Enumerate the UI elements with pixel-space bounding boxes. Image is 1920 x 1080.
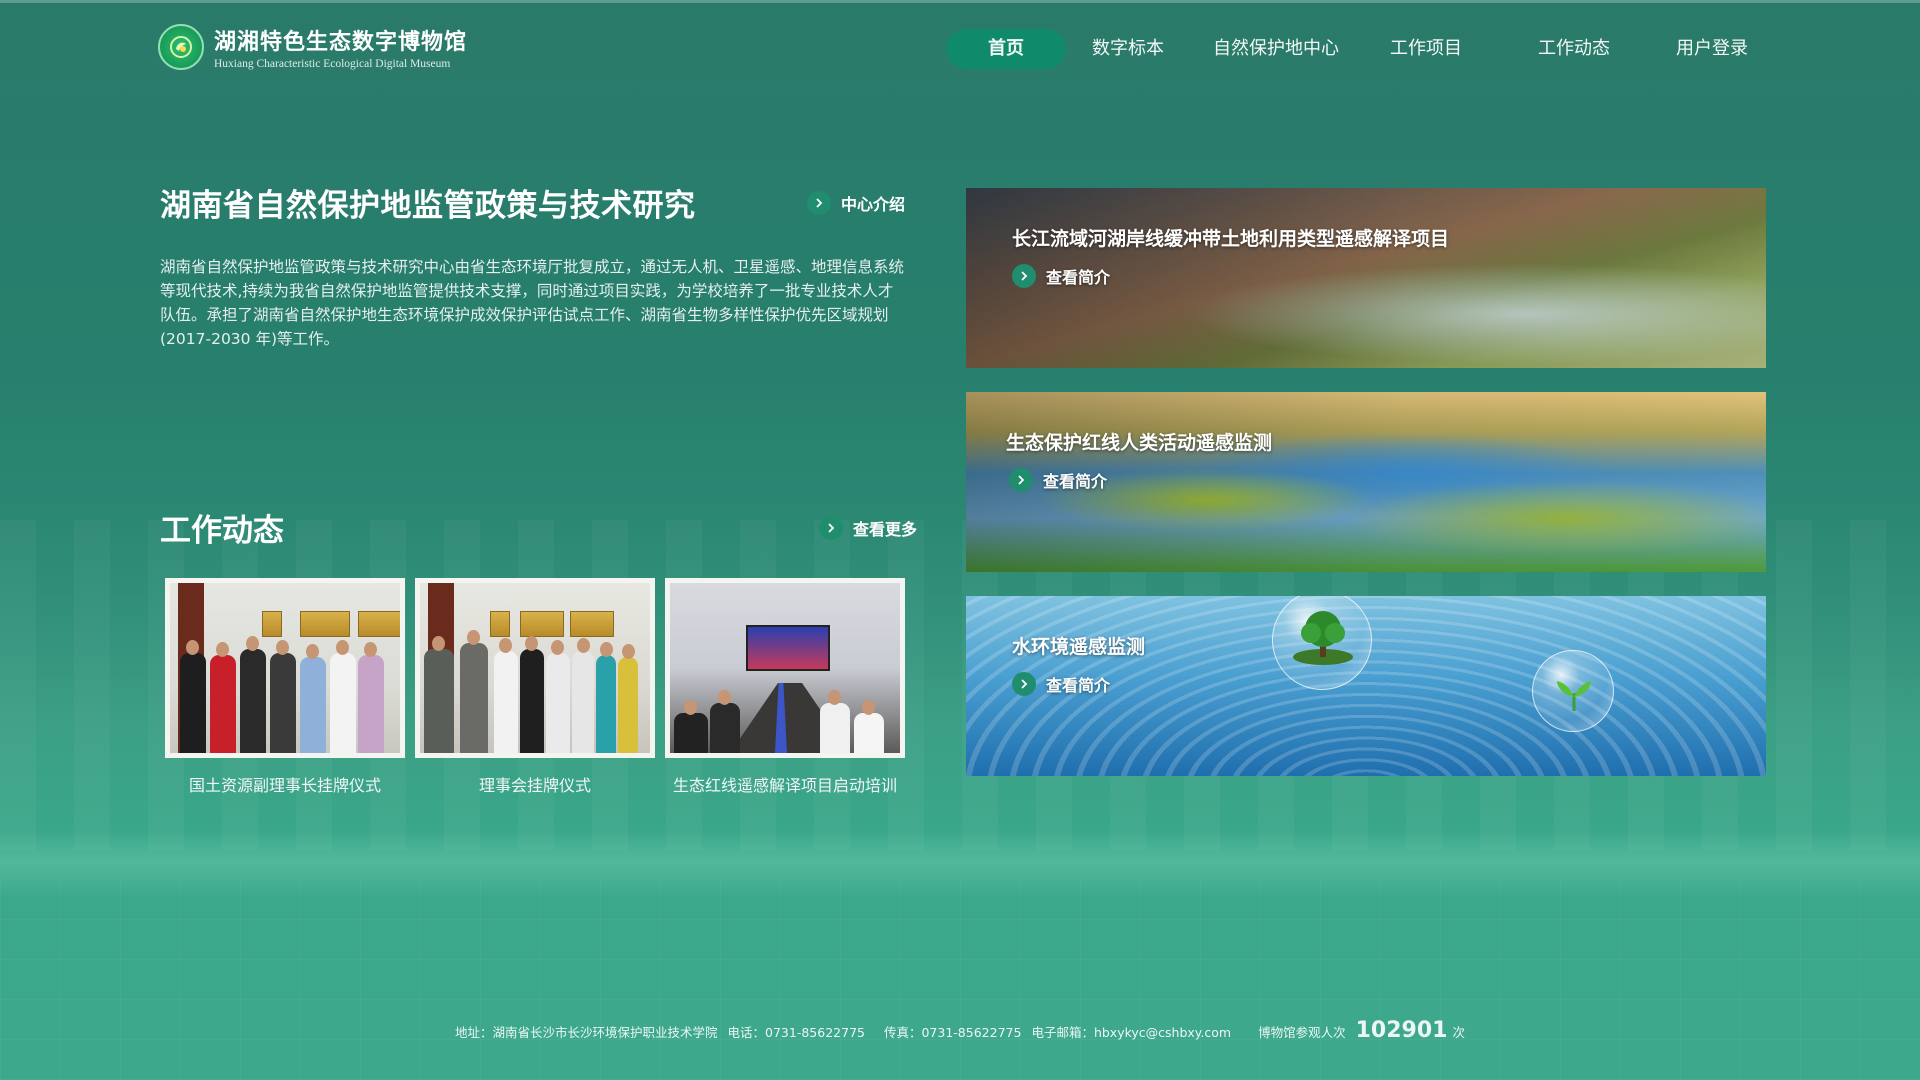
news-card[interactable]: 国土资源副理事长挂牌仪式 [165, 578, 405, 796]
nav-item-login[interactable]: 用户登录 [1662, 29, 1762, 69]
news-caption: 生态红线遥感解译项目启动培训 [672, 776, 897, 795]
nav-item-protected-areas[interactable]: 自然保护地中心 [1206, 29, 1346, 69]
footer-phone: 电话：0731-85622775 [727, 1025, 865, 1040]
news-section: 工作动态 查看更多 国土资源副理事长挂牌仪式 理事会挂牌仪式 生态红线遥感解译项… [160, 505, 917, 796]
site-header: 湖湘特色生态数字博物馆 Huxiang Characteristic Ecolo… [158, 20, 1762, 80]
project-detail-label: 查看简介 [1043, 472, 1108, 491]
view-more-label: 查看更多 [852, 519, 917, 539]
project-title: 水环境遥感监测 [1012, 636, 1146, 658]
site-footer: 地址：湖南省长沙市长沙环境保护职业技术学院 电话：0731-85622775 传… [0, 1018, 1920, 1043]
news-photo [165, 578, 405, 758]
center-intro-link-label: 中心介绍 [840, 194, 905, 214]
project-title: 生态保护红线人类活动遥感监测 [1006, 432, 1273, 454]
news-title: 工作动态 [160, 513, 284, 549]
footer-address: 地址：湖南省长沙市长沙环境保护职业技术学院 [455, 1025, 718, 1040]
sprout-bubble-image [1532, 650, 1614, 732]
chevron-right-icon [1009, 468, 1033, 492]
logo-text: 湖湘特色生态数字博物馆 Huxiang Characteristic Ecolo… [214, 24, 467, 70]
project-detail-link[interactable]: 查看简介 [1012, 264, 1110, 288]
news-card[interactable]: 理事会挂牌仪式 [415, 578, 655, 796]
nav-item-home[interactable]: 首页 [946, 29, 1066, 69]
intro-header: 湖南省自然保护地监管政策与技术研究 中心介绍 [160, 180, 905, 225]
nav-item-digital-specimens[interactable]: 数字标本 [1078, 29, 1178, 69]
chevron-right-icon [1012, 672, 1036, 696]
site-name-cn: 湖湘特色生态数字博物馆 [214, 29, 468, 55]
chevron-right-icon [818, 515, 843, 540]
project-title: 长江流域河湖岸线缓冲带土地利用类型遥感解译项目 [1012, 228, 1450, 250]
chevron-right-icon [806, 190, 831, 215]
site-name-en: Huxiang Characteristic Ecological Digita… [214, 58, 451, 70]
news-caption: 国土资源副理事长挂牌仪式 [188, 776, 381, 795]
nav-item-news[interactable]: 工作动态 [1524, 29, 1624, 69]
logo-emblem-icon [158, 24, 204, 70]
project-detail-label: 查看简介 [1046, 676, 1111, 695]
news-photo [665, 578, 905, 758]
chevron-right-icon [1012, 264, 1036, 288]
news-card[interactable]: 生态红线遥感解译项目启动培训 [665, 578, 905, 796]
news-caption: 理事会挂牌仪式 [478, 776, 591, 795]
projects-list: 长江流域河湖岸线缓冲带土地利用类型遥感解译项目 查看简介 生态保护红线人类活动遥… [966, 188, 1766, 800]
intro-description: 湖南省自然保护地监管政策与技术研究中心由省生态环境厅批复成立，通过无人机、卫星遥… [160, 258, 905, 348]
footer-email[interactable]: 电子邮箱：hbxykyc@cshbxy.com [1031, 1022, 1231, 1041]
light-streak-bg [0, 830, 1920, 900]
tree-bubble-image [1272, 596, 1372, 690]
news-list: 国土资源副理事长挂牌仪式 理事会挂牌仪式 生态红线遥感解译项目启动培训 [160, 578, 905, 796]
footer-fax: 传真：0731-85622775 [883, 1025, 1022, 1040]
view-more-link[interactable]: 查看更多 [818, 515, 917, 540]
news-header: 工作动态 查看更多 [160, 505, 917, 550]
main-nav: 首页 数字标本 自然保护地中心 工作项目 工作动态 用户登录 [946, 29, 1762, 69]
visit-counter: 102901 [1355, 1018, 1448, 1043]
grid-floor-bg [0, 880, 1920, 1080]
project-detail-link[interactable]: 查看简介 [1012, 672, 1110, 696]
news-photo [415, 578, 655, 758]
project-card[interactable]: 生态保护红线人类活动遥感监测 查看简介 [966, 392, 1766, 572]
project-detail-link[interactable]: 查看简介 [1009, 468, 1107, 492]
project-card[interactable]: 长江流域河湖岸线缓冲带土地利用类型遥感解译项目 查看简介 [966, 188, 1766, 368]
project-card[interactable]: 水环境遥感监测 查看简介 [966, 596, 1766, 776]
center-intro-link[interactable]: 中心介绍 [806, 190, 905, 215]
nav-item-projects[interactable]: 工作项目 [1376, 29, 1476, 69]
footer-visits-unit: 次 [1452, 1025, 1465, 1040]
intro-title: 湖南省自然保护地监管政策与技术研究 [160, 188, 696, 224]
footer-visits-label: 博物馆参观人次 [1258, 1025, 1346, 1040]
center-intro-section: 湖南省自然保护地监管政策与技术研究 中心介绍 湖南省自然保护地监管政策与技术研究… [160, 180, 905, 351]
project-detail-label: 查看简介 [1046, 268, 1111, 287]
site-logo[interactable]: 湖湘特色生态数字博物馆 Huxiang Characteristic Ecolo… [158, 24, 467, 70]
top-border-line [0, 0, 1920, 3]
